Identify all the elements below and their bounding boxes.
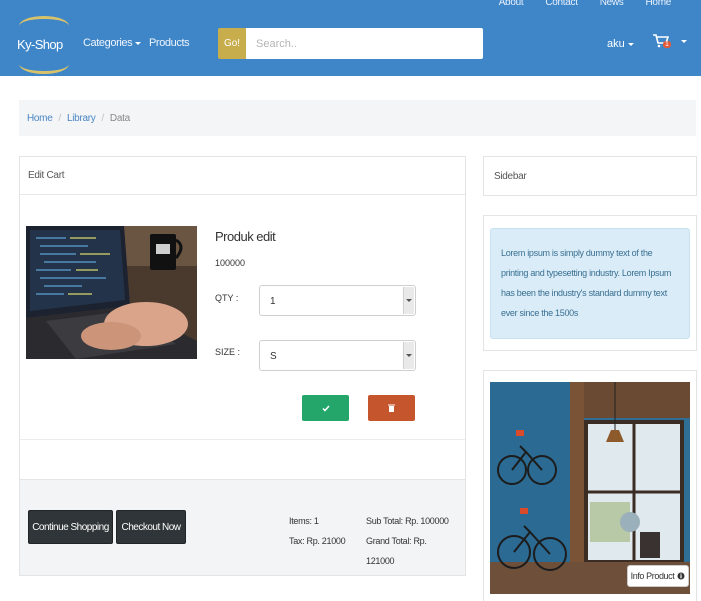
check-icon [321, 405, 330, 412]
navbar: Ky-Shop Categories Products Go! aku 1 [0, 12, 701, 76]
checkout-now-button[interactable]: Checkout Now [116, 510, 186, 544]
info-product-label: Info Product [630, 571, 675, 581]
top-links: About Contact News Home [499, 0, 672, 8]
breadcrumb: Home / Library / Data [19, 100, 696, 136]
product-code: 100000 [215, 258, 246, 268]
bicycle-shop-photo [490, 382, 690, 594]
sidebar-heading: Sidebar [494, 171, 527, 182]
qty-label: QTY : [215, 293, 239, 303]
edit-cart-body: Produk edit 100000 QTY : 1 SIZE : S Cont… [20, 195, 465, 600]
top-strip: About Contact News Home [0, 0, 701, 12]
sidebar-panel: Sidebar [483, 156, 697, 196]
brand-logo[interactable]: Ky-Shop [17, 16, 71, 74]
breadcrumb-library[interactable]: Library [67, 113, 96, 124]
divider [20, 439, 465, 440]
user-menu-label: aku [607, 38, 625, 50]
size-select[interactable]: S [259, 340, 416, 371]
search-bar: Go! [218, 28, 483, 59]
chevron-down-icon [681, 39, 687, 43]
size-value: S [270, 351, 277, 362]
chevron-down-icon [627, 42, 634, 46]
breadcrumb-separator: / [58, 112, 61, 124]
nav-products[interactable]: Products [149, 37, 190, 49]
breadcrumb-current: Data [109, 112, 130, 124]
trash-icon [388, 404, 395, 412]
tax-amount: Tax: Rp. 21000 [289, 536, 346, 546]
top-link-home[interactable]: Home [646, 0, 672, 8]
chevron-down-icon [403, 342, 414, 369]
grand-total-label: Grand Total: Rp. [366, 536, 427, 546]
breadcrumb-separator: / [101, 112, 104, 124]
brand-arc-top [19, 16, 69, 36]
search-input[interactable] [246, 28, 483, 59]
breadcrumb-home[interactable]: Home [27, 113, 53, 124]
sub-total: Sub Total: Rp. 100000 [366, 516, 449, 526]
laptop-photo [26, 226, 197, 359]
items-count: Items: 1 [289, 516, 319, 526]
cart-count-badge: 1 [663, 41, 671, 48]
sidebar-info-panel: Lorem ipsum is simply dummy text of the … [483, 215, 697, 351]
nav-products-label: Products [149, 37, 190, 49]
continue-shopping-button[interactable]: Continue Shopping [28, 510, 113, 544]
size-label: SIZE : [215, 347, 241, 357]
cart-menu[interactable]: 1 [653, 34, 687, 48]
product-image [26, 226, 197, 359]
edit-cart-heading: Edit Cart [20, 157, 465, 195]
chevron-down-icon [403, 287, 414, 314]
info-product-button[interactable]: Info Product [627, 565, 689, 587]
qty-value: 1 [270, 296, 276, 307]
brand-arc-bottom [19, 54, 69, 74]
product-title: Produk edit [215, 229, 276, 244]
search-go-button[interactable]: Go! [218, 28, 246, 59]
grand-total-value: 121000 [366, 556, 395, 566]
chevron-down-icon [135, 41, 142, 45]
top-link-about[interactable]: About [499, 0, 524, 8]
edit-cart-panel: Edit Cart Produk edit 100000 QTY: 1 SIZ… [19, 156, 466, 576]
qty-select[interactable]: 1 [259, 285, 416, 316]
update-item-button[interactable] [302, 395, 349, 421]
shop-photo [490, 382, 690, 594]
brand-name: Ky-Shop [17, 37, 63, 52]
sidebar-info-text: Lorem ipsum is simply dummy text of the … [490, 228, 690, 339]
info-icon [677, 572, 685, 580]
nav-categories[interactable]: Categories [83, 37, 142, 49]
top-link-contact[interactable]: Contact [545, 0, 578, 8]
user-menu[interactable]: aku [607, 38, 634, 50]
delete-item-button[interactable] [368, 395, 415, 421]
cart-footer: Continue Shopping Checkout Now Items: 1 … [20, 479, 465, 575]
top-link-news[interactable]: News [600, 0, 624, 8]
nav-categories-label: Categories [83, 37, 133, 49]
